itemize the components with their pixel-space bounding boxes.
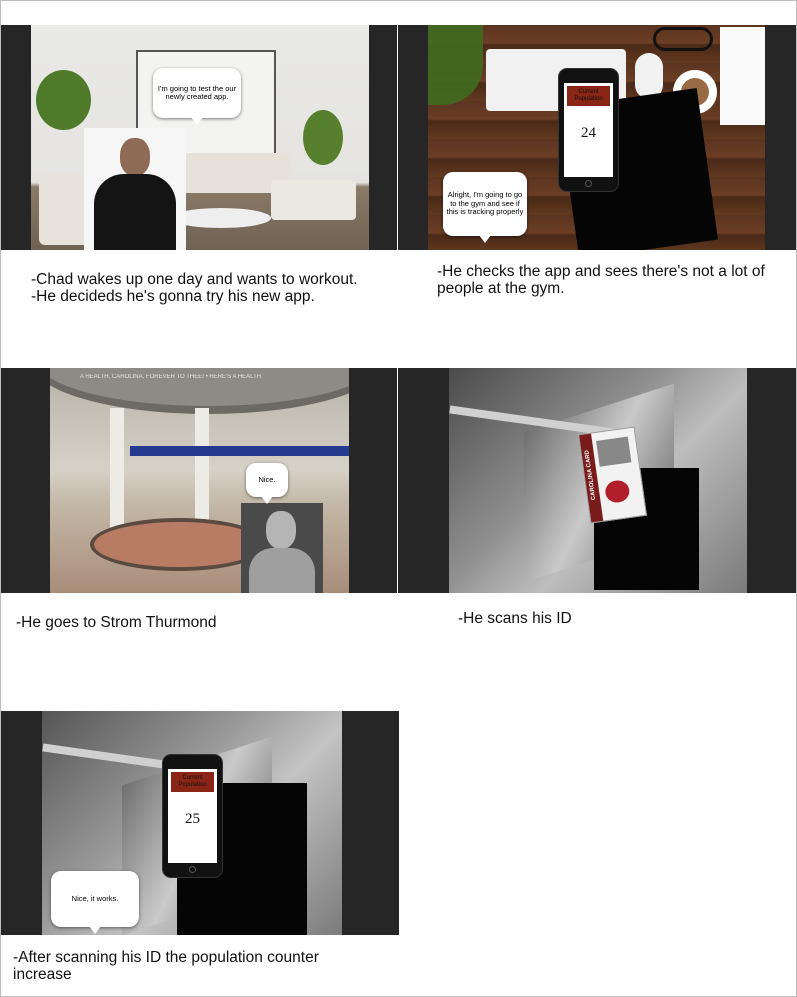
notebook [720, 27, 765, 125]
living-room-scene: I'm going to test the our newly created … [31, 25, 369, 250]
population-count: 25 [185, 811, 200, 827]
person-body [249, 548, 315, 593]
phone-screen: Current Population 24 [564, 83, 613, 177]
column-left [110, 408, 124, 528]
blue-banner [130, 446, 349, 456]
speech-bubble: Nice, it works. [51, 871, 139, 934]
column-right [195, 408, 209, 528]
person-head [120, 138, 150, 176]
mouse [635, 53, 663, 99]
caption-3: -He goes to Strom Thurmond [16, 614, 217, 631]
panel-3: A HEALTH, CAROLINA, FOREVER TO THEE! • H… [1, 368, 397, 593]
caption-5: -After scanning his ID the population co… [13, 949, 319, 983]
dome-text: A HEALTH, CAROLINA, FOREVER TO THEE! • H… [80, 374, 262, 380]
turnstile-scene: CAROLINA CARD [449, 368, 747, 593]
population-header: Current Population [171, 772, 214, 792]
bubble-text: Nice. [258, 474, 276, 484]
plant-right [303, 110, 343, 165]
id-logo [603, 478, 631, 505]
population-count: 24 [581, 125, 596, 141]
phone: Current Population 24 [559, 69, 618, 191]
ottoman [271, 180, 356, 220]
phone-screen: Current Population 25 [168, 769, 217, 863]
glasses [653, 27, 713, 51]
bubble-text: Alright, I'm going to go to the gym and … [446, 190, 524, 217]
plant-left [36, 70, 91, 130]
id-card: CAROLINA CARD [578, 426, 647, 524]
panel-1: I'm going to test the our newly created … [1, 25, 397, 250]
speech-bubble: Alright, I'm going to go to the gym and … [443, 172, 527, 243]
plant [428, 25, 483, 105]
left-chair [39, 175, 89, 245]
speech-bubble: I'm going to test the our newly created … [153, 68, 241, 125]
person-body [94, 174, 176, 250]
caption-4: -He scans his ID [458, 610, 572, 627]
caption-1: -Chad wakes up one day and wants to work… [31, 271, 358, 305]
panel-4: CAROLINA CARD [398, 368, 796, 593]
panel-2: Alright, I'm going to go to the gym and … [398, 25, 796, 250]
gym-lobby-scene: A HEALTH, CAROLINA, FOREVER TO THEE! • H… [50, 368, 349, 593]
home-button-icon [584, 180, 592, 187]
speech-bubble: Nice. [246, 463, 288, 504]
person-head [266, 511, 296, 549]
bubble-text: I'm going to test the our newly created … [157, 83, 237, 101]
caption-2: -He checks the app and sees there's not … [437, 263, 765, 297]
panel-5: Nice, it works. Current Population 25 [1, 711, 399, 935]
person-portrait [241, 503, 323, 593]
id-photo [596, 436, 632, 467]
population-header: Current Population [567, 86, 610, 106]
phone: Current Population 25 [163, 755, 222, 877]
rug [171, 208, 271, 228]
person-portrait [84, 128, 186, 250]
home-button-icon [188, 866, 196, 873]
bubble-text: Nice, it works. [71, 893, 119, 903]
